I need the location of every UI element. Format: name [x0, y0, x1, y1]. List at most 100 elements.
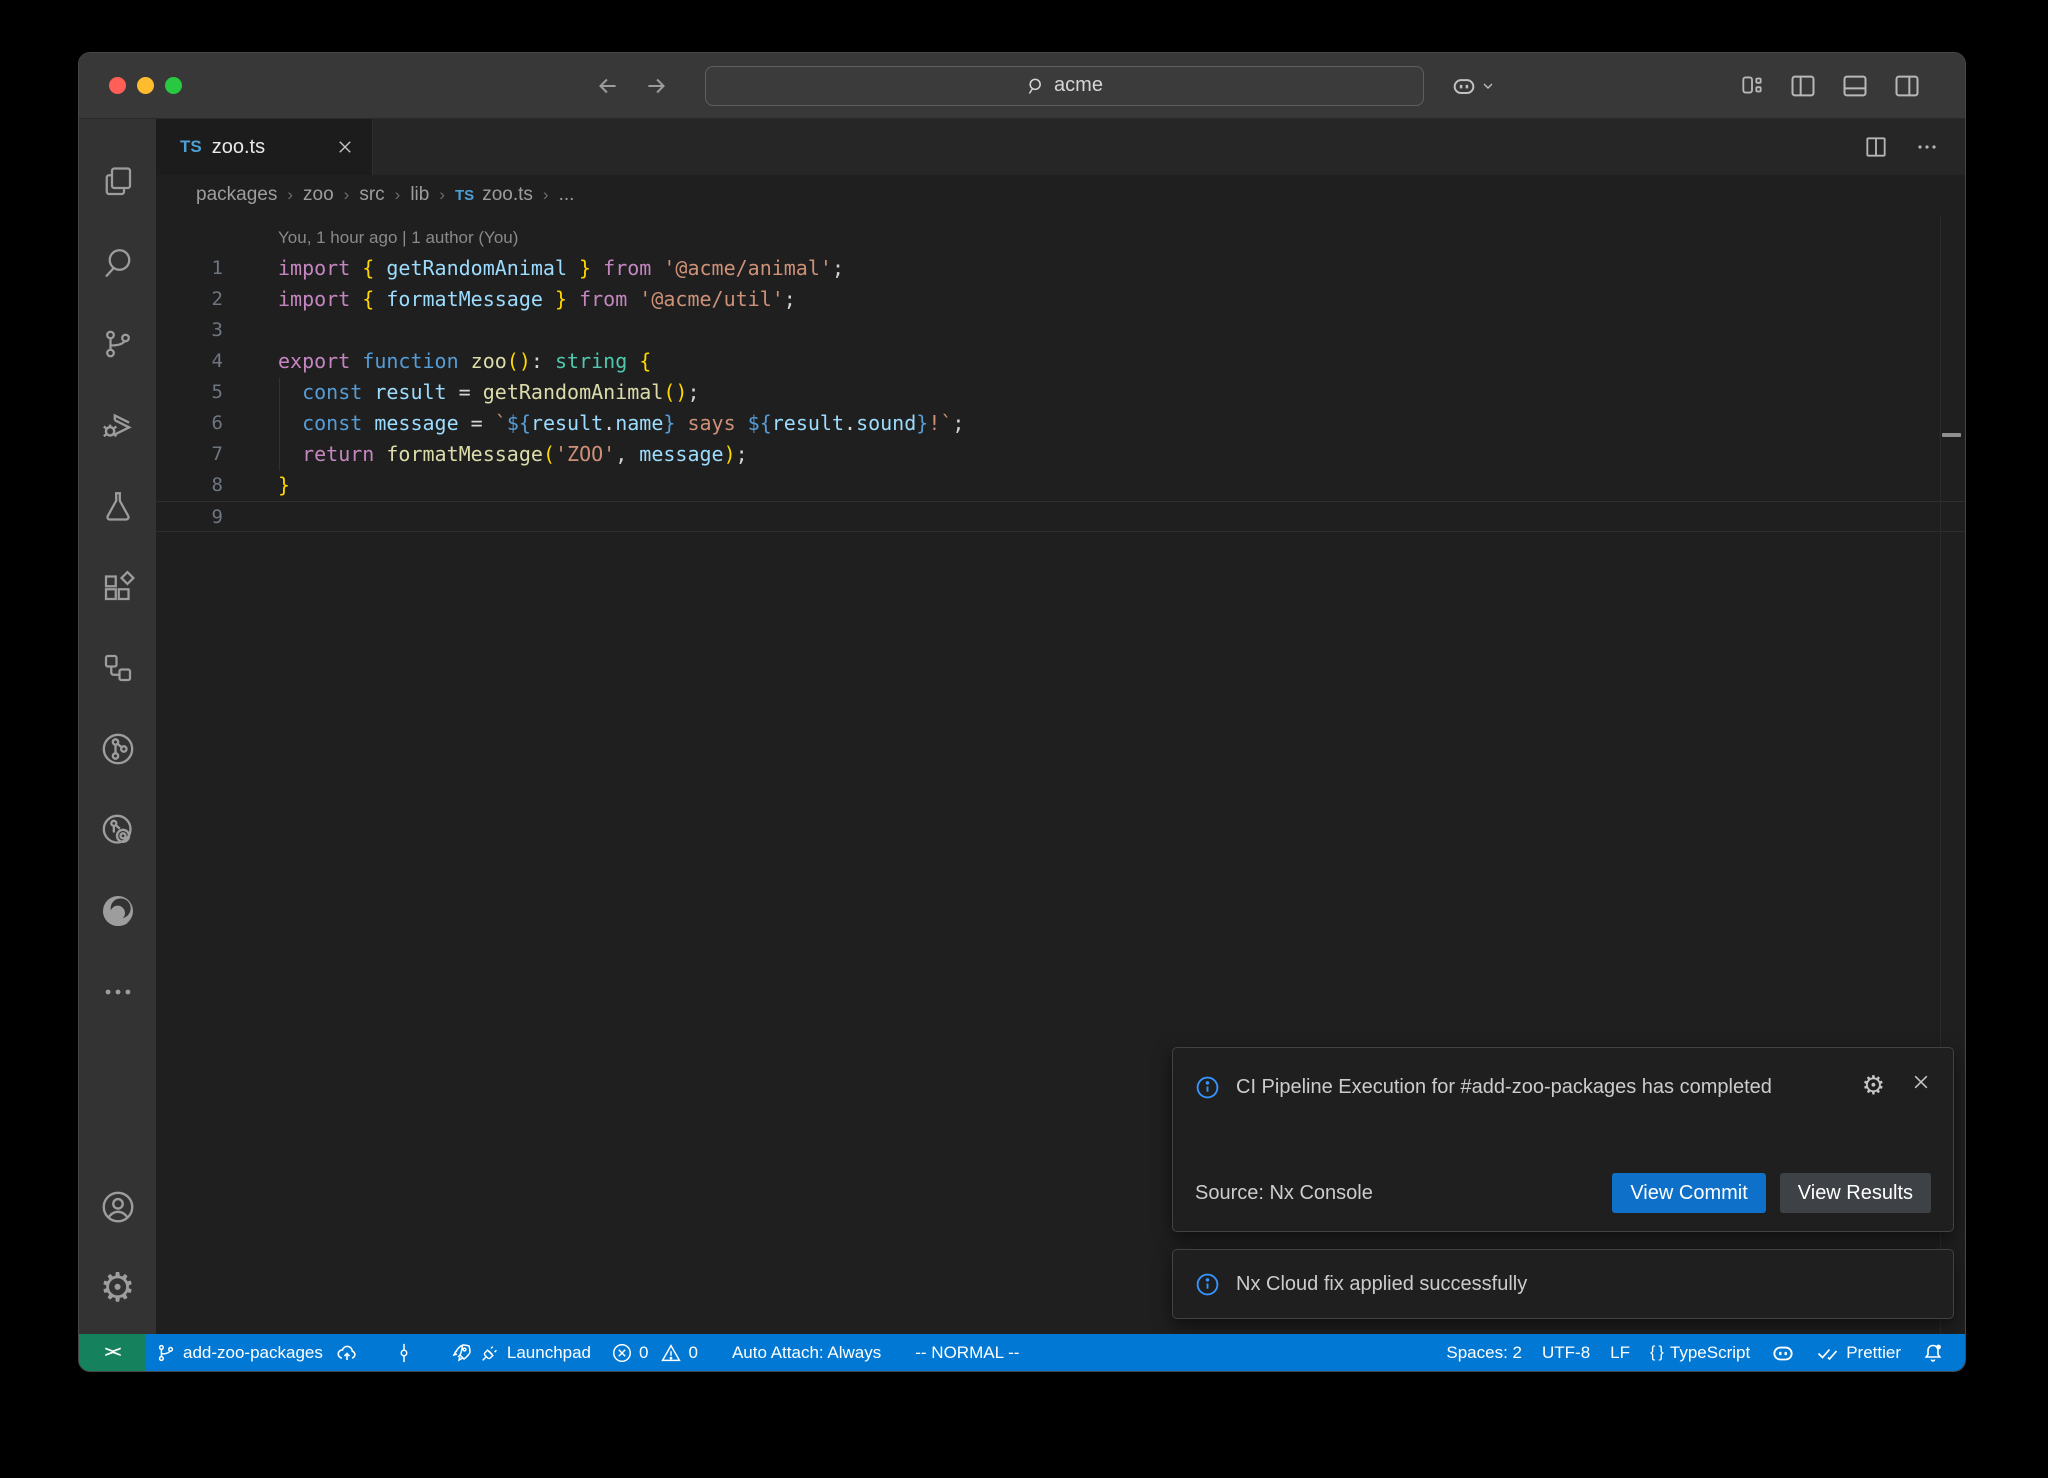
forward-icon[interactable]	[643, 73, 669, 99]
window-controls	[79, 77, 215, 94]
minimize-window-button[interactable]	[137, 77, 154, 94]
errors-count: 0	[639, 1343, 648, 1363]
title-bar: acme	[79, 53, 1965, 119]
auto-attach-item[interactable]: Auto Attach: Always	[722, 1343, 891, 1363]
breadcrumb-item[interactable]: zoo	[303, 184, 334, 206]
rocket-icon	[449, 1341, 473, 1365]
line-number: 7	[156, 439, 223, 470]
remote-indicator[interactable]: ><	[79, 1334, 145, 1371]
breadcrumb-item[interactable]: ...	[559, 184, 575, 206]
braces-icon: { }	[1650, 1344, 1664, 1362]
auto-attach-label: Auto Attach: Always	[732, 1343, 881, 1363]
view-results-button[interactable]: View Results	[1780, 1173, 1931, 1213]
code-line[interactable]: 9	[156, 501, 1965, 532]
eol-label: LF	[1610, 1343, 1630, 1363]
notification-close-icon[interactable]	[1911, 1072, 1931, 1092]
code-line[interactable]: 2import { formatMessage } from '@acme/ut…	[156, 284, 1965, 315]
line-number: 5	[156, 377, 223, 408]
breadcrumb-item[interactable]: lib	[410, 184, 429, 206]
indent-guide	[279, 378, 280, 471]
toggle-primary-sidebar-icon[interactable]	[1789, 72, 1817, 100]
code-text: const message = `${result.name} says ${r…	[223, 408, 964, 439]
chevron-right-icon: ›	[344, 185, 350, 205]
git-branch-item[interactable]: add-zoo-packages	[145, 1341, 369, 1365]
maximize-window-button[interactable]	[165, 77, 182, 94]
toggle-secondary-sidebar-icon[interactable]	[1893, 72, 1921, 100]
code-line[interactable]: 3	[156, 315, 1965, 346]
code-line[interactable]: 5 const result = getRandomAnimal();	[156, 377, 1965, 408]
toggle-panel-icon[interactable]	[1841, 72, 1869, 100]
code-line[interactable]: 1import { getRandomAnimal } from '@acme/…	[156, 253, 1965, 284]
search-icon	[1026, 76, 1046, 96]
code-line[interactable]: 4export function zoo(): string {	[156, 346, 1965, 377]
settings-gear-icon[interactable]: ⚙	[92, 1247, 144, 1328]
language-label: TypeScript	[1670, 1343, 1750, 1363]
vim-mode-label: -- NORMAL --	[915, 1343, 1019, 1363]
nx-console-icon[interactable]	[92, 708, 144, 789]
eol-item[interactable]: LF	[1600, 1343, 1640, 1363]
code-text	[223, 502, 278, 531]
formatter-item[interactable]: Prettier	[1806, 1341, 1911, 1365]
vim-mode-item[interactable]: -- NORMAL --	[905, 1343, 1029, 1363]
encoding-item[interactable]: UTF-8	[1532, 1343, 1600, 1363]
code-text	[223, 315, 278, 346]
search-view-icon[interactable]	[92, 222, 144, 303]
notification-message: CI Pipeline Execution for #add-zoo-packa…	[1236, 1068, 1776, 1106]
language-mode-item[interactable]: { } TypeScript	[1640, 1343, 1760, 1363]
problems-item[interactable]: 0 0	[601, 1342, 708, 1364]
line-number: 1	[156, 253, 223, 284]
back-icon[interactable]	[595, 73, 621, 99]
tab-zoo-ts[interactable]: TS zoo.ts	[156, 119, 373, 175]
code-lines: 1import { getRandomAnimal } from '@acme/…	[156, 253, 1965, 532]
notification-toast-ci-pipeline: CI Pipeline Execution for #add-zoo-packa…	[1172, 1047, 1954, 1232]
run-debug-icon[interactable]	[92, 384, 144, 465]
editor-more-actions-icon[interactable]	[1915, 135, 1939, 159]
accounts-icon[interactable]	[92, 1166, 144, 1247]
project-graph-icon[interactable]	[92, 627, 144, 708]
code-text: import { getRandomAnimal } from '@acme/a…	[223, 253, 844, 284]
command-center-search[interactable]: acme	[705, 66, 1424, 106]
typescript-file-icon: TS	[180, 137, 202, 157]
copilot-menu[interactable]	[1450, 72, 1496, 100]
notification-toast-nx-cloud: Nx Cloud fix applied successfully	[1172, 1249, 1954, 1319]
more-views-icon[interactable]	[92, 951, 144, 1032]
split-editor-icon[interactable]	[1863, 134, 1889, 160]
chevron-right-icon: ›	[543, 185, 549, 205]
customize-layout-icon[interactable]	[1739, 72, 1765, 100]
git-blame-annotation: You, 1 hour ago | 1 author (You)	[156, 227, 1965, 253]
view-commit-button[interactable]: View Commit	[1612, 1173, 1765, 1213]
indentation-item[interactable]: Spaces: 2	[1436, 1343, 1532, 1363]
breadcrumb-item[interactable]: src	[359, 184, 384, 206]
notifications-bell-item[interactable]	[1911, 1341, 1955, 1365]
tab-label: zoo.ts	[212, 136, 265, 159]
code-line[interactable]: 8}	[156, 470, 1965, 501]
breadcrumb-item[interactable]: zoo.ts	[482, 184, 533, 206]
warnings-icon	[660, 1342, 682, 1364]
testing-icon[interactable]	[92, 465, 144, 546]
copilot-status-item[interactable]	[1760, 1340, 1806, 1366]
launchpad-item[interactable]: Launchpad	[439, 1341, 601, 1365]
line-number: 8	[156, 470, 223, 501]
notification-source: Source: Nx Console	[1195, 1182, 1373, 1205]
explorer-icon[interactable]	[92, 141, 144, 222]
code-line[interactable]: 6 const message = `${result.name} says $…	[156, 408, 1965, 439]
remote-icon: ><	[105, 1344, 120, 1362]
status-bar: >< add-zoo-packages	[79, 1334, 1965, 1371]
chevron-right-icon: ›	[287, 185, 293, 205]
notification-settings-gear-icon[interactable]: ⚙	[1862, 1072, 1885, 1098]
breadcrumb-item[interactable]: packages	[196, 184, 277, 206]
code-line[interactable]: 7 return formatMessage('ZOO', message);	[156, 439, 1965, 470]
close-window-button[interactable]	[109, 77, 126, 94]
overview-ruler-mark	[1942, 433, 1961, 437]
code-text: return formatMessage('ZOO', message);	[223, 439, 748, 470]
launchpad-label: Launchpad	[507, 1343, 591, 1363]
nx-cloud-icon[interactable]	[92, 789, 144, 870]
source-control-icon[interactable]	[92, 303, 144, 384]
edge-tools-icon[interactable]	[92, 870, 144, 951]
double-check-icon	[1816, 1341, 1840, 1365]
extensions-icon[interactable]	[92, 546, 144, 627]
info-icon	[1195, 1068, 1220, 1106]
close-tab-icon[interactable]	[336, 138, 354, 156]
git-commit-item[interactable]	[383, 1342, 425, 1364]
line-number: 2	[156, 284, 223, 315]
